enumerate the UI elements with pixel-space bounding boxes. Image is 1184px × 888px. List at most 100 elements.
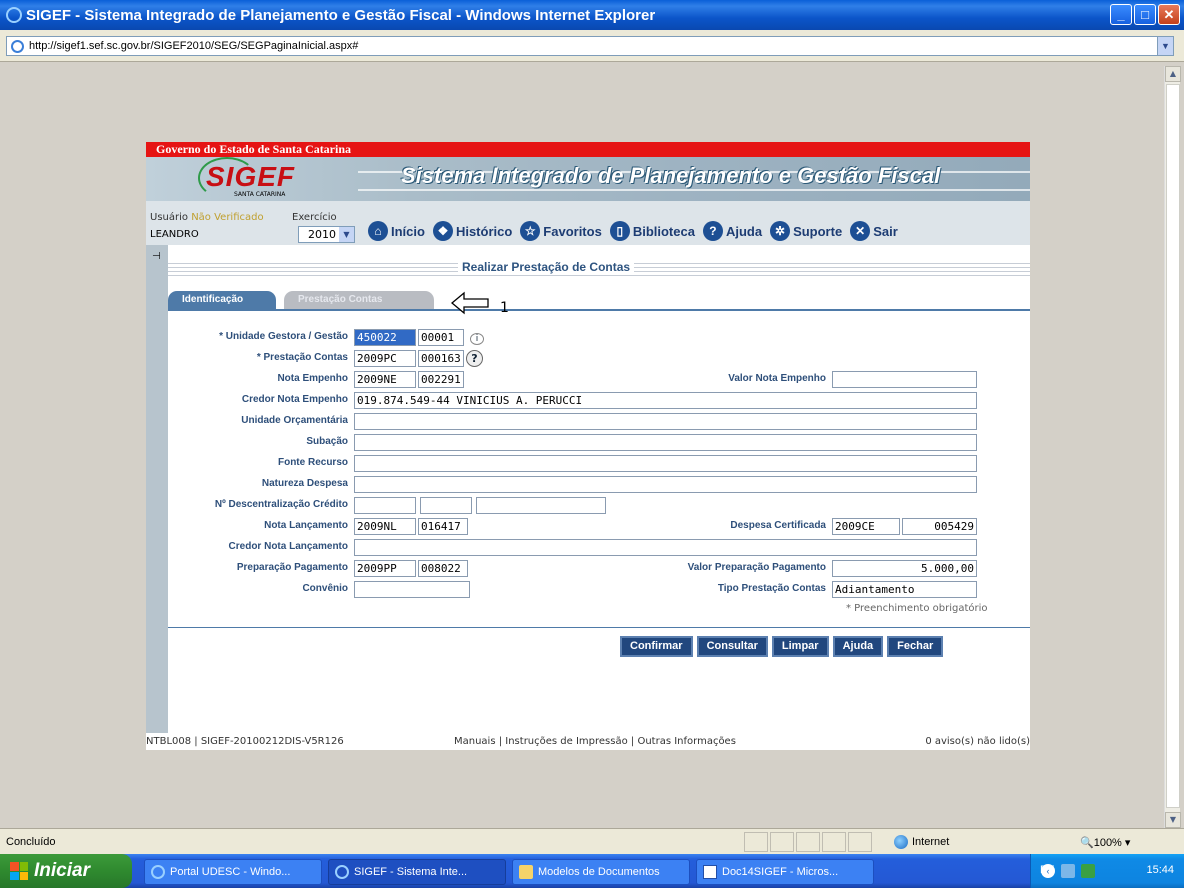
valor-preparacao-input[interactable]: 5.000,00 bbox=[832, 560, 977, 577]
user-label: Usuário Não Verificado bbox=[150, 212, 264, 223]
prestacao-ano-input[interactable]: 2009PC bbox=[354, 350, 416, 367]
pin-icon[interactable]: ⊣ bbox=[152, 251, 161, 262]
history-icon: ❖ bbox=[432, 221, 453, 241]
nota-lancamento-num-input[interactable]: 016417 bbox=[418, 518, 468, 535]
start-button[interactable]: Iniciar bbox=[0, 854, 132, 888]
scroll-up-button[interactable]: ▲ bbox=[1165, 66, 1181, 82]
fechar-button[interactable]: Fechar bbox=[887, 636, 944, 657]
tab-identificacao[interactable]: Identificação bbox=[168, 291, 276, 309]
taskbar-item-modelos[interactable]: Modelos de Documentos bbox=[512, 859, 690, 885]
exercicio-select[interactable]: 2010 ▼ bbox=[298, 226, 355, 243]
page-icon bbox=[11, 40, 24, 53]
footer-links[interactable]: Manuais | Instruções de Impressão | Outr… bbox=[454, 736, 736, 747]
side-panel: ⊣ bbox=[146, 245, 168, 750]
tipo-prestacao-input[interactable]: Adiantamento bbox=[832, 581, 977, 598]
address-dropdown-button[interactable]: ▼ bbox=[1157, 37, 1173, 55]
descentralizacao-input-3[interactable] bbox=[476, 497, 606, 514]
clock[interactable]: 15:44 bbox=[1146, 864, 1174, 876]
descentralizacao-input-2[interactable] bbox=[420, 497, 472, 514]
preparacao-num-input[interactable]: 008022 bbox=[418, 560, 468, 577]
version-info: NTBL008 | SIGEF-20100212DIS-V5R126 bbox=[146, 736, 344, 747]
unidade-orcamentaria-input[interactable] bbox=[354, 413, 977, 430]
close-icon: ✕ bbox=[850, 221, 871, 241]
ajuda-button[interactable]: Ajuda bbox=[832, 636, 884, 657]
network-icon[interactable] bbox=[1061, 864, 1075, 878]
close-window-button[interactable]: ✕ bbox=[1158, 4, 1180, 25]
gestao-input[interactable]: 00001 bbox=[418, 329, 464, 346]
unidade-gestora-label: * Unidade Gestora / Gestão bbox=[219, 331, 348, 342]
zoom-level[interactable]: 🔍100% ▾ bbox=[1080, 836, 1130, 849]
confirmar-button[interactable]: Confirmar bbox=[620, 636, 693, 657]
minimize-button[interactable]: _ bbox=[1110, 4, 1132, 25]
security-zone[interactable]: Internet bbox=[894, 835, 949, 849]
main-nav: ⌂ Início ❖ Histórico ☆ Favoritos ▯ Bibliotec… bbox=[368, 221, 898, 241]
nav-inicio[interactable]: ⌂ Início bbox=[368, 221, 425, 241]
nota-empenho-ano-input[interactable]: 2009NE bbox=[354, 371, 416, 388]
credor-label: Credor Nota Empenho bbox=[241, 394, 348, 405]
nav-sair[interactable]: ✕ Sair bbox=[850, 221, 898, 241]
ie-icon bbox=[335, 865, 349, 879]
tray-app-icon[interactable] bbox=[1081, 864, 1095, 878]
nav-ajuda[interactable]: ? Ajuda bbox=[702, 221, 762, 241]
nav-historico[interactable]: ❖ Histórico bbox=[432, 221, 512, 241]
globe-icon bbox=[894, 835, 908, 849]
ie-logo-icon bbox=[6, 7, 22, 23]
logo-subtitle: SANTA CATARINA bbox=[234, 191, 286, 198]
subacao-input[interactable] bbox=[354, 434, 977, 451]
credor-input[interactable]: 019.874.549-44 VINICIUS A. PERUCCI bbox=[354, 392, 977, 409]
address-bar: http://sigef1.sef.sc.gov.br/SIGEF2010/SE… bbox=[0, 30, 1184, 62]
consultar-button[interactable]: Consultar bbox=[696, 636, 768, 657]
user-bar: Usuário Não Verificado LEANDRO Exercício… bbox=[146, 201, 1030, 245]
address-input[interactable]: http://sigef1.sef.sc.gov.br/SIGEF2010/SE… bbox=[6, 36, 1174, 56]
nav-favoritos[interactable]: ☆ Favoritos bbox=[520, 221, 602, 241]
notices-count[interactable]: 0 aviso(s) não lido(s) bbox=[925, 736, 1030, 747]
user-name: LEANDRO bbox=[150, 229, 199, 240]
main-content: Realizar Prestação de Contas Identificaç… bbox=[168, 245, 1030, 725]
despesa-cert-num-input[interactable]: 005429 bbox=[902, 518, 977, 535]
language-indicator[interactable]: PT bbox=[1040, 864, 1054, 876]
app-banner: SIGEF SANTA CATARINA Sistema Integrado d… bbox=[146, 157, 1030, 201]
help-lookup-icon[interactable]: ? bbox=[466, 350, 483, 367]
nota-lancamento-label: Nota Lançamento bbox=[264, 520, 348, 531]
taskbar-item-udesc[interactable]: Portal UDESC - Windo... bbox=[144, 859, 322, 885]
unidade-gestora-input[interactable]: 450022 bbox=[354, 329, 416, 346]
fonte-recurso-label: Fonte Recurso bbox=[277, 457, 348, 468]
scroll-thumb[interactable] bbox=[1166, 84, 1180, 808]
fonte-recurso-input[interactable] bbox=[354, 455, 977, 472]
despesa-cert-ano-input[interactable]: 2009CE bbox=[832, 518, 900, 535]
nav-biblioteca[interactable]: ▯ Biblioteca bbox=[609, 221, 695, 241]
form-separator bbox=[168, 627, 1030, 628]
tab-prestacao-contas[interactable]: Prestação Contas bbox=[284, 291, 434, 309]
maximize-button[interactable]: □ bbox=[1134, 4, 1156, 25]
natureza-despesa-label: Natureza Despesa bbox=[261, 478, 348, 489]
nota-empenho-num-input[interactable]: 002291 bbox=[418, 371, 464, 388]
nota-empenho-label: Nota Empenho bbox=[277, 373, 348, 384]
prestacao-num-input[interactable]: 000163 bbox=[418, 350, 464, 367]
credor-lancamento-input[interactable] bbox=[354, 539, 977, 556]
status-text: Concluído bbox=[6, 836, 56, 848]
tools-icon: ✲ bbox=[770, 221, 791, 241]
nota-lancamento-ano-input[interactable]: 2009NL bbox=[354, 518, 416, 535]
page-title: Realizar Prestação de Contas bbox=[458, 260, 635, 274]
preparacao-ano-input[interactable]: 2009PP bbox=[354, 560, 416, 577]
info-icon[interactable]: i bbox=[470, 333, 484, 345]
word-icon bbox=[703, 865, 717, 879]
unidade-orcamentaria-label: Unidade Orçamentária bbox=[241, 415, 348, 426]
tab-underline bbox=[168, 309, 1030, 311]
descentralizacao-input-1[interactable] bbox=[354, 497, 416, 514]
home-icon: ⌂ bbox=[368, 221, 388, 241]
despesa-certificada-label: Despesa Certificada bbox=[730, 520, 826, 531]
taskbar-item-sigef[interactable]: SIGEF - Sistema Inte... bbox=[328, 859, 506, 885]
taskbar-item-word[interactable]: Doc14SIGEF - Micros... bbox=[696, 859, 874, 885]
nav-suporte[interactable]: ✲ Suporte bbox=[770, 221, 842, 241]
scroll-down-button[interactable]: ▼ bbox=[1165, 812, 1181, 828]
natureza-despesa-input[interactable] bbox=[354, 476, 977, 493]
convenio-input[interactable] bbox=[354, 581, 470, 598]
valor-nota-input[interactable] bbox=[832, 371, 977, 388]
exercicio-label: Exercício bbox=[292, 212, 337, 223]
vertical-scrollbar[interactable]: ▲ ▼ bbox=[1164, 66, 1181, 828]
book-icon: ▯ bbox=[609, 221, 630, 241]
limpar-button[interactable]: Limpar bbox=[771, 636, 829, 657]
window-title-bar[interactable]: SIGEF - Sistema Integrado de Planejament… bbox=[0, 0, 1184, 30]
help-icon: ? bbox=[702, 221, 723, 241]
